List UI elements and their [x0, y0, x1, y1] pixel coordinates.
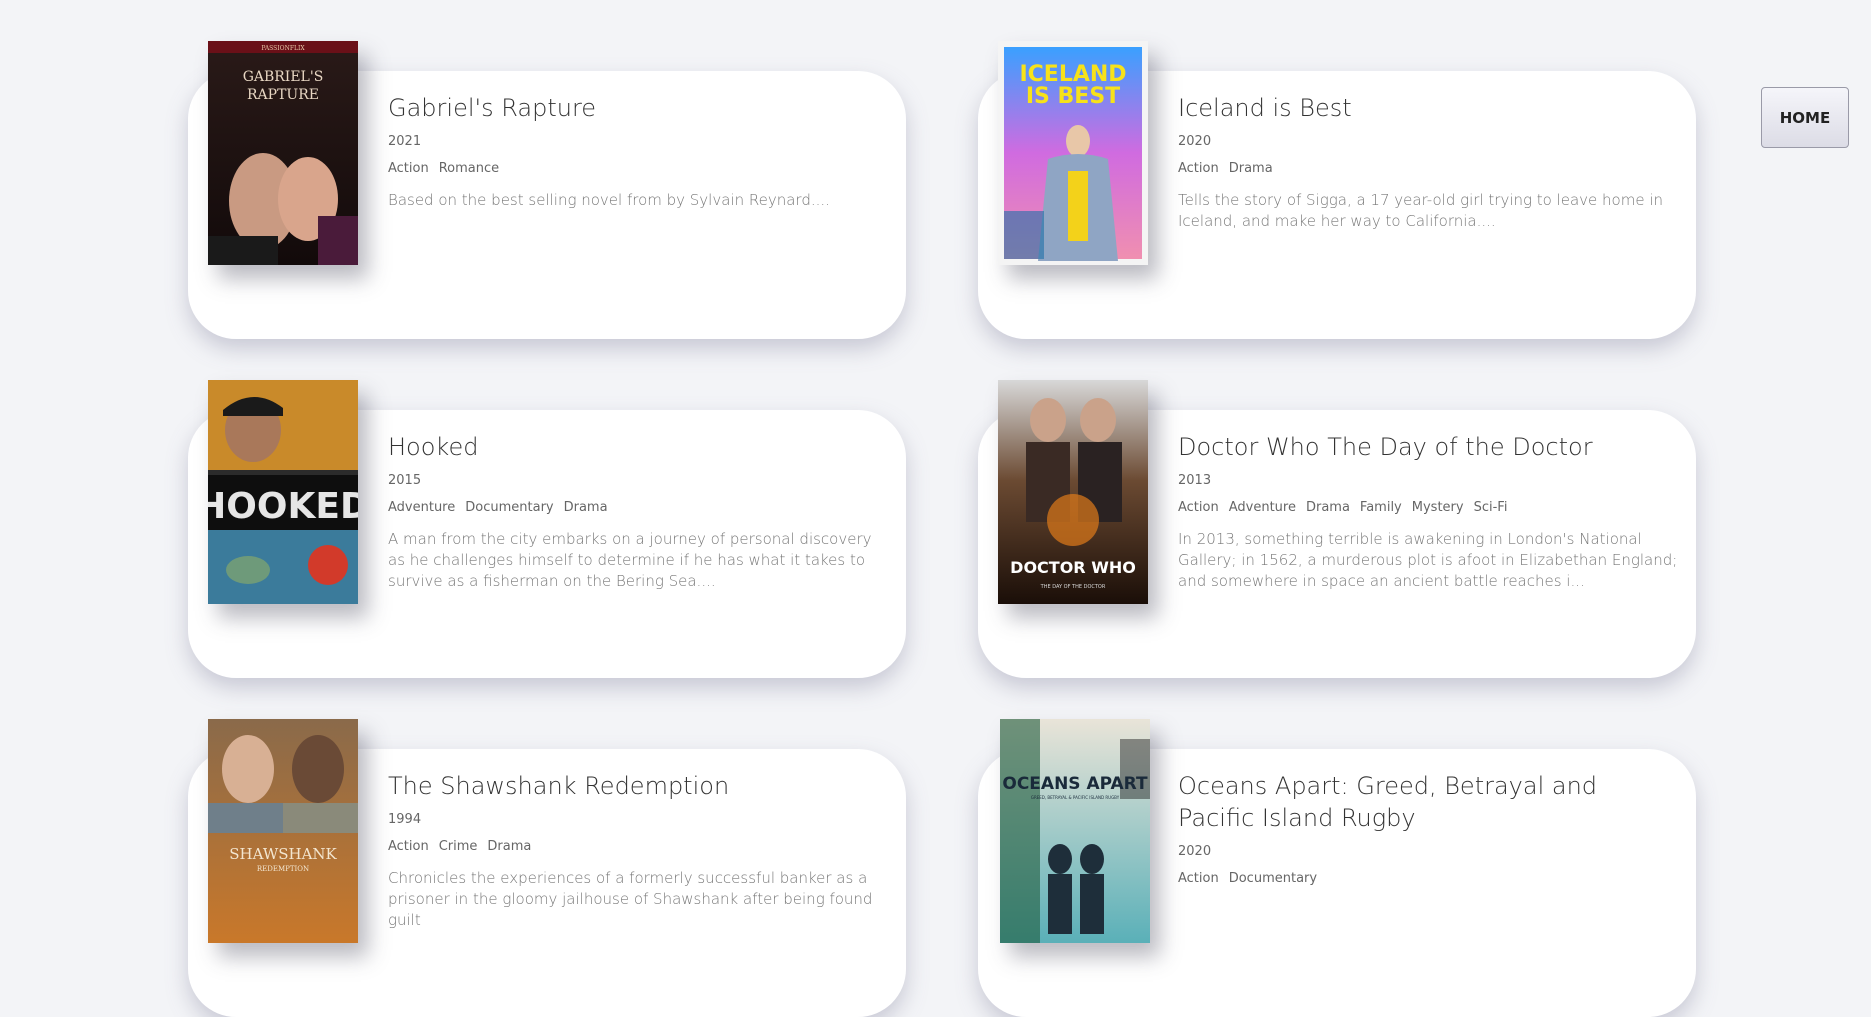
genre-tag: Adventure [1228, 500, 1296, 515]
genre-tag: Drama [1228, 161, 1273, 176]
genre-tag: Action [1178, 161, 1219, 176]
home-button[interactable]: HOME [1761, 87, 1849, 148]
movie-poster[interactable]: HOOKED [208, 380, 358, 604]
movie-title[interactable]: The Shawshank Redemption [388, 770, 888, 802]
poster-title-text: RAPTURE [247, 87, 319, 103]
genre-tag: Sci-Fi [1473, 500, 1508, 515]
movie-info: Iceland is Best 2020 Action Drama Tells … [1178, 92, 1678, 232]
poster-subtitle-text: GREED, BETRAYAL & PACIFIC ISLAND RUGBY [1031, 795, 1120, 800]
movie-description: Chronicles the experiences of a formerly… [388, 869, 873, 929]
genre-tag: Action [388, 839, 429, 854]
movie-info: Oceans Apart: Greed, Betrayal and Pacifi… [1178, 770, 1678, 900]
genre-tag: Documentary [1228, 871, 1318, 886]
poster-title-text: IS BEST [1026, 84, 1120, 109]
movie-genres: Action Drama [1178, 161, 1678, 176]
movie-poster[interactable]: DOCTOR WHO THE DAY OF THE DOCTOR [998, 380, 1148, 604]
movie-genres: Action Crime Drama [388, 839, 888, 854]
movie-genres: Action Documentary [1178, 871, 1678, 886]
movie-grid: PASSIONFLIX GABRIEL'S RAPTURE Gabriel's … [0, 0, 1871, 1017]
movie-poster[interactable]: SHAWSHANK REDEMPTION [208, 719, 358, 943]
poster-title-text: OCEANS APART [1002, 774, 1148, 794]
genre-tag: Crime [438, 839, 478, 854]
genre-tag: Documentary [465, 500, 554, 515]
movie-poster[interactable]: OCEANS APART GREED, BETRAYAL & PACIFIC I… [1000, 719, 1150, 943]
movie-title[interactable]: Oceans Apart: Greed, Betrayal and Pacifi… [1178, 770, 1678, 834]
movie-year: 2021 [388, 134, 422, 149]
genre-tag: Action [388, 161, 429, 176]
movie-genres: Action Romance [388, 161, 888, 176]
poster-brand-text: PASSIONFLIX [261, 45, 305, 52]
genre-tag: Drama [487, 839, 532, 854]
movie-genres: Adventure Documentary Drama [388, 500, 888, 515]
movie-info: Doctor Who The Day of the Doctor 2013 Ac… [1178, 431, 1678, 592]
movie-info: The Shawshank Redemption 1994 Action Cri… [388, 770, 888, 931]
movie-title[interactable]: Iceland is Best [1178, 92, 1678, 124]
movie-title[interactable]: Gabriel's Rapture [388, 92, 888, 124]
movie-description: In 2013, something terrible is awakening… [1178, 530, 1678, 590]
movie-description: Tells the story of Sigga, a 17 year-old … [1178, 191, 1664, 230]
movie-info: Hooked 2015 Adventure Documentary Drama … [388, 431, 888, 592]
poster-title-text: DOCTOR WHO [1010, 558, 1136, 577]
movie-year: 1994 [388, 812, 422, 827]
movie-title[interactable]: Doctor Who The Day of the Doctor [1178, 431, 1678, 463]
genre-tag: Romance [438, 161, 500, 176]
movie-year: 2020 [1178, 134, 1212, 149]
movie-poster[interactable]: ICELAND IS BEST [998, 41, 1148, 265]
genre-tag: Mystery [1411, 500, 1464, 515]
poster-subtitle-text: REDEMPTION [257, 865, 309, 873]
poster-title-text: SHAWSHANK [229, 845, 337, 863]
poster-title-text: HOOKED [208, 486, 358, 527]
genre-tag: Drama [1305, 500, 1350, 515]
poster-subtitle-text: THE DAY OF THE DOCTOR [1040, 584, 1106, 590]
poster-title-text: GABRIEL'S [243, 69, 324, 85]
movie-year: 2015 [388, 473, 422, 488]
movie-title[interactable]: Hooked [388, 431, 888, 463]
movie-year: 2013 [1178, 473, 1212, 488]
genre-tag: Action [1178, 500, 1219, 515]
movie-info: Gabriel's Rapture 2021 Action Romance Ba… [388, 92, 888, 211]
genre-tag: Action [1178, 871, 1219, 886]
movie-description: Based on the best selling novel from by … [388, 191, 830, 209]
movie-year: 2020 [1178, 844, 1212, 859]
genre-tag: Adventure [388, 500, 456, 515]
movie-genres: Action Adventure Drama Family Mystery Sc… [1178, 500, 1678, 515]
movie-poster[interactable]: PASSIONFLIX GABRIEL'S RAPTURE [208, 41, 358, 265]
genre-tag: Family [1359, 500, 1402, 515]
genre-tag: Drama [563, 500, 608, 515]
movie-description: A man from the city embarks on a journey… [388, 530, 872, 590]
